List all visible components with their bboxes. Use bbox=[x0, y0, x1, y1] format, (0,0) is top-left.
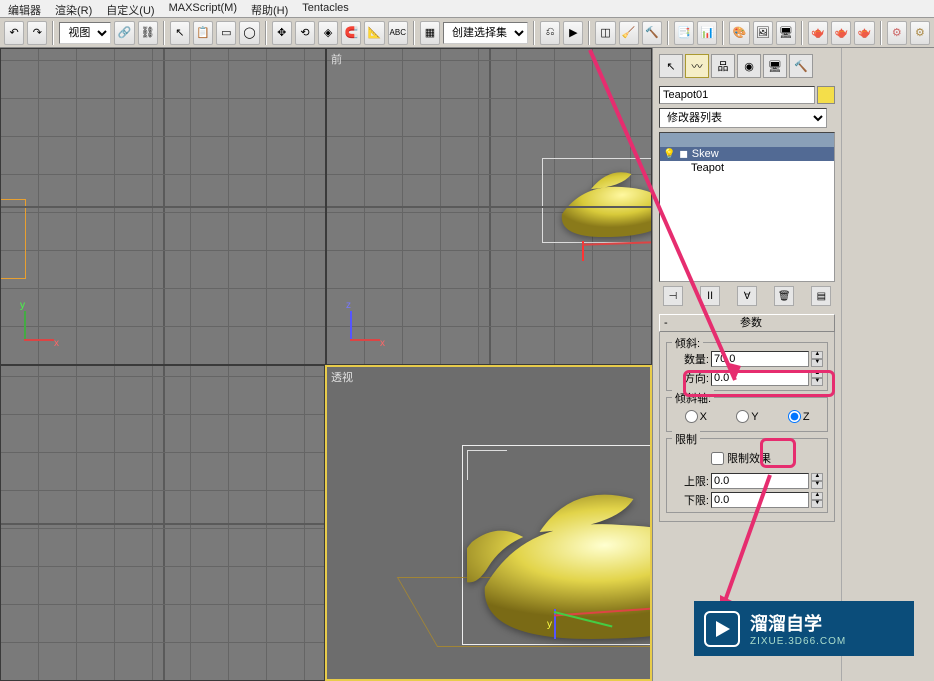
direction-label: 方向: bbox=[671, 370, 709, 386]
erase-button[interactable]: 🧹 bbox=[619, 21, 639, 45]
modifier-stack[interactable]: 💡 ◼ Skew Teapot bbox=[659, 132, 835, 282]
material-button[interactable]: 🎨 bbox=[729, 21, 749, 45]
mirror-button[interactable]: ⎌ bbox=[540, 21, 560, 45]
upper-label: 上限: bbox=[671, 473, 709, 489]
stack-item-skew[interactable]: 💡 ◼ Skew bbox=[660, 147, 834, 161]
viewport-persp-label: 透视 bbox=[331, 369, 353, 385]
amount-up[interactable]: ▲ bbox=[811, 351, 823, 359]
modifier-list-dropdown[interactable]: 修改器列表 bbox=[659, 108, 827, 128]
axis-z-radio[interactable]: Z bbox=[788, 410, 810, 423]
menu-editor[interactable]: 编辑器 bbox=[8, 2, 41, 15]
cp-tab-utilities[interactable]: 🔨 bbox=[789, 54, 813, 78]
main-toolbar: ↶ ↷ 视图 🔗 ⛓ ↖ 📋 ▭ ◯ ✥ ⟲ ◈ 🧲 📐 ABC ▦ 创建选择集… bbox=[0, 18, 934, 48]
menu-render[interactable]: 渲染(R) bbox=[55, 2, 92, 15]
direction-spinner[interactable] bbox=[711, 370, 809, 386]
play-icon bbox=[704, 611, 740, 647]
viewport-bottom-left[interactable] bbox=[0, 365, 325, 681]
axis-x-radio[interactable]: X bbox=[685, 410, 707, 423]
viewport-front[interactable]: 前 x z x bbox=[326, 48, 652, 365]
upper-spinner[interactable] bbox=[711, 473, 809, 489]
rotate-button[interactable]: ⟲ bbox=[295, 21, 315, 45]
limit-group-label: 限制 bbox=[672, 431, 700, 447]
make-unique-button[interactable]: ∀ bbox=[737, 286, 757, 306]
snap-button[interactable]: 🧲 bbox=[341, 21, 361, 45]
select-lasso-button[interactable]: ◯ bbox=[239, 21, 259, 45]
menu-maxscript[interactable]: MAXScript(M) bbox=[169, 2, 237, 15]
render2-button[interactable]: 🖥 bbox=[776, 21, 796, 45]
redo-button[interactable]: ↷ bbox=[27, 21, 47, 45]
cp-tab-select[interactable]: ↖ bbox=[659, 54, 683, 78]
teapot-icon-3[interactable]: 🫖 bbox=[854, 21, 874, 45]
watermark-url: ZIXUE.3D66.COM bbox=[750, 636, 846, 647]
viewport-perspective[interactable]: 透视 y bbox=[325, 365, 652, 681]
schematic-button[interactable]: ⚙ bbox=[887, 21, 907, 45]
upper-down[interactable]: ▼ bbox=[811, 481, 823, 489]
lower-spinner[interactable] bbox=[711, 492, 809, 508]
amount-spinner[interactable] bbox=[711, 351, 809, 367]
sheet-button[interactable]: 📊 bbox=[697, 21, 717, 45]
render1-button[interactable]: 🖼 bbox=[753, 21, 773, 45]
cog-button[interactable]: ⚙ bbox=[910, 21, 930, 45]
cp-tab-modify[interactable]: 〰 bbox=[685, 54, 709, 78]
hammer-button[interactable]: 🔨 bbox=[642, 21, 662, 45]
lightbulb-icon[interactable]: 💡 bbox=[663, 149, 675, 160]
direction-up[interactable]: ▲ bbox=[811, 370, 823, 378]
amount-label: 数量: bbox=[671, 351, 709, 367]
watermark-brand: 溜溜自学 bbox=[750, 610, 846, 636]
upper-up[interactable]: ▲ bbox=[811, 473, 823, 481]
select-name-button[interactable]: 📋 bbox=[193, 21, 213, 45]
abc-button[interactable]: ABC bbox=[388, 21, 408, 45]
cp-tab-motion[interactable]: ◉ bbox=[737, 54, 761, 78]
command-panel: ↖ 〰 品 ◉ 🖥 🔨 修改器列表 💡 ◼ Skew bbox=[652, 48, 934, 681]
lower-label: 下限: bbox=[671, 492, 709, 508]
stack-item-teapot[interactable]: Teapot bbox=[660, 161, 834, 175]
undo-button[interactable]: ↶ bbox=[4, 21, 24, 45]
viewport-top-left[interactable]: y x bbox=[0, 48, 326, 365]
snap2-button[interactable]: 📐 bbox=[364, 21, 384, 45]
configure-button[interactable]: ▤ bbox=[811, 286, 831, 306]
teapot-icon-1[interactable]: 🫖 bbox=[808, 21, 828, 45]
skew-group-label: 倾斜: bbox=[672, 335, 703, 351]
pin-stack-button[interactable]: ⊣ bbox=[663, 286, 683, 306]
axis-y-radio[interactable]: Y bbox=[736, 410, 758, 423]
object-color-swatch[interactable] bbox=[817, 86, 835, 104]
layers-button[interactable]: 📑 bbox=[674, 21, 694, 45]
cp-tab-hierarchy[interactable]: 品 bbox=[711, 54, 735, 78]
viewport-front-label: 前 bbox=[331, 51, 342, 67]
params-rollout-header[interactable]: -参数 bbox=[659, 314, 835, 332]
misc2-button[interactable]: ▶ bbox=[563, 21, 583, 45]
selection-set-dropdown[interactable]: 创建选择集 bbox=[443, 22, 528, 44]
show-result-button[interactable]: ⅠⅠ bbox=[700, 286, 720, 306]
limit-effect-check[interactable]: 限制效果 bbox=[711, 450, 823, 466]
viewports: y x 前 x z x bbox=[0, 48, 652, 681]
misc1-button[interactable]: ▦ bbox=[420, 21, 440, 45]
amount-down[interactable]: ▼ bbox=[811, 359, 823, 367]
expand-icon[interactable]: ◼ bbox=[679, 149, 687, 160]
direction-down[interactable]: ▼ bbox=[811, 378, 823, 386]
teapot-icon-2[interactable]: 🫖 bbox=[831, 21, 851, 45]
watermark: 溜溜自学 ZIXUE.3D66.COM bbox=[694, 601, 914, 656]
object-name-input[interactable] bbox=[659, 86, 815, 104]
align-button[interactable]: ◫ bbox=[595, 21, 615, 45]
menu-help[interactable]: 帮助(H) bbox=[251, 2, 288, 15]
bind-button[interactable]: ⛓ bbox=[138, 21, 158, 45]
cp-tab-display[interactable]: 🖥 bbox=[763, 54, 787, 78]
lower-down[interactable]: ▼ bbox=[811, 500, 823, 508]
view-dropdown[interactable]: 视图 bbox=[59, 22, 111, 44]
select-button[interactable]: ↖ bbox=[170, 21, 190, 45]
menu-tentacles[interactable]: Tentacles bbox=[302, 2, 348, 15]
menu-bar: 编辑器 渲染(R) 自定义(U) MAXScript(M) 帮助(H) Tent… bbox=[0, 0, 934, 18]
move-button[interactable]: ✥ bbox=[272, 21, 292, 45]
remove-mod-button[interactable]: 🗑 bbox=[774, 286, 794, 306]
menu-customize[interactable]: 自定义(U) bbox=[106, 2, 154, 15]
link-button[interactable]: 🔗 bbox=[114, 21, 134, 45]
axis-group-label: 倾斜轴: bbox=[672, 390, 714, 406]
scale-button[interactable]: ◈ bbox=[318, 21, 338, 45]
lower-up[interactable]: ▲ bbox=[811, 492, 823, 500]
select-rect-button[interactable]: ▭ bbox=[216, 21, 236, 45]
